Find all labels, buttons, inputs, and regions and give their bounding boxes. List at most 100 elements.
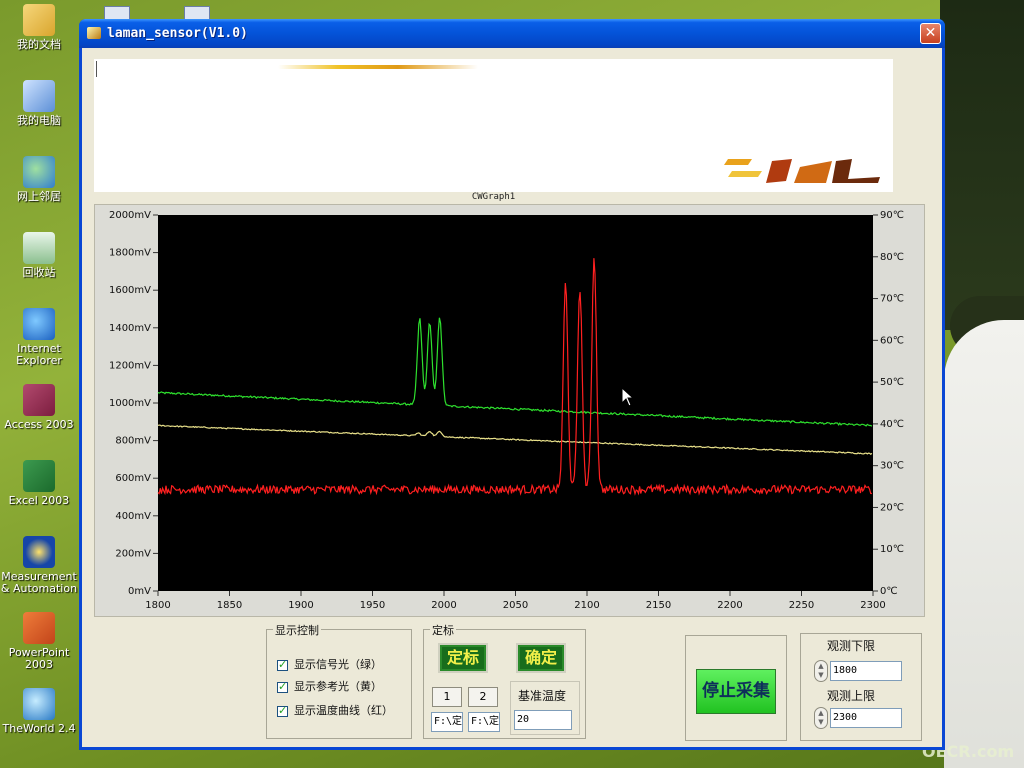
y-left-tick-label: 1800mV (109, 248, 151, 259)
theworld-browser-icon (23, 688, 55, 720)
desktop-icon-recycle-bin[interactable]: 回收站 (0, 232, 78, 279)
y-left-tick-label: 800mV (115, 436, 151, 447)
wallpaper-dark-region (940, 0, 1024, 330)
x-tick-label: 2250 (789, 600, 814, 611)
calibration-point-2-button[interactable]: 2 (468, 687, 498, 707)
y-left-tick-label: 2000mV (109, 210, 151, 221)
y-left-tick-label: 0mV (128, 586, 151, 597)
x-tick-label: 2050 (503, 600, 528, 611)
checkbox[interactable] (277, 680, 288, 693)
y-right-tick-label: 40℃ (880, 419, 904, 430)
desktop-icon-label: 我的文档 (17, 38, 61, 51)
lower-limit-spinner[interactable]: ▲ ▼ (814, 660, 828, 682)
banner-image (94, 59, 893, 192)
y-left-tick-label: 1000mV (109, 398, 151, 409)
checkbox[interactable] (277, 704, 288, 717)
wallpaper-white-region (944, 320, 1024, 768)
desktop-icon-label: Excel 2003 (8, 494, 70, 507)
y-left-tick-label: 200mV (115, 548, 151, 559)
checkbox-label: 显示参考光（黄） (294, 680, 382, 693)
y-right-tick-label: 20℃ (880, 502, 904, 513)
confirm-button[interactable]: 确定 (516, 643, 566, 673)
stop-acquisition-button[interactable]: 停止采集 (696, 669, 776, 714)
access-icon (23, 384, 55, 416)
upper-limit-field[interactable]: 2300 (830, 708, 902, 728)
desktop-icon-label: TheWorld 2.4 (2, 722, 76, 735)
powerpoint-icon (23, 612, 55, 644)
x-tick-label: 2000 (431, 600, 456, 611)
checkbox-label: 显示信号光（绿） (294, 658, 382, 671)
desktop-icon-my-computer[interactable]: 我的电脑 (0, 80, 78, 127)
banner-streak (278, 65, 478, 69)
calibration-title: 定标 (430, 622, 456, 638)
checkbox-signal-light[interactable]: 显示信号光（绿） (277, 656, 382, 672)
desktop-icon-label: Internet Explorer (16, 342, 62, 367)
checkbox-reference-light[interactable]: 显示参考光（黄） (277, 678, 382, 694)
checkbox[interactable] (277, 658, 288, 671)
y-left-tick-label: 1400mV (109, 323, 151, 334)
window-title: laman_sensor(V1.0) (107, 26, 248, 41)
display-control-title: 显示控制 (273, 622, 321, 638)
y-right-tick-label: 80℃ (880, 252, 904, 263)
y-right-tick-label: 50℃ (880, 377, 904, 388)
app-window: laman_sensor(V1.0) ✕ CWGraph1 0mV 200mV 40… (79, 19, 945, 750)
base-temperature-label: 基准温度 (518, 689, 567, 703)
desktop-icon-network-places[interactable]: 网上邻居 (0, 156, 78, 203)
desktop-icon-label: Access 2003 (4, 418, 74, 431)
x-tick-label: 2300 (860, 600, 885, 611)
network-places-icon (23, 156, 55, 188)
desktop-icon-excel[interactable]: Excel 2003 (0, 460, 78, 507)
x-tick-label: 1900 (288, 600, 313, 611)
close-button[interactable]: ✕ (920, 23, 941, 44)
desktop-icon-measurement-automation[interactable]: Measurement & Automation (0, 536, 78, 595)
graph-caption: CWGraph1 (471, 192, 516, 202)
close-icon: ✕ (924, 25, 937, 41)
y-right-tick-label: 0℃ (880, 586, 898, 597)
y-left-tick-label: 600mV (115, 473, 151, 484)
desktop-icon-label: 我的电脑 (17, 114, 61, 127)
y-right-tick-label: 90℃ (880, 210, 904, 221)
calibration-path-2-field[interactable]: F:\定 (468, 712, 500, 732)
display-control-group: 显示控制 显示信号光（绿） 显示参考光（黄） 显示温度曲线（红） (266, 622, 412, 739)
checkbox-label: 显示温度曲线（红） (294, 704, 393, 717)
excel-icon (23, 460, 55, 492)
x-tick-label: 1950 (360, 600, 385, 611)
desktop-icon-label: PowerPoint 2003 (8, 646, 70, 671)
internet-explorer-icon (23, 308, 55, 340)
graph-frame: 0mV 200mV 400mV 600mV 800mV 1000mV 1200mV 1400m… (94, 204, 925, 617)
cwgraph[interactable]: 0mV 200mV 400mV 600mV 800mV 1000mV 1200mV 1400m… (95, 205, 924, 616)
title-bar[interactable]: laman_sensor(V1.0) ✕ (79, 19, 945, 48)
y-right-tick-label: 70℃ (880, 294, 904, 305)
desktop-icon-label: Measurement & Automation (0, 570, 78, 595)
desktop-icon-theworld[interactable]: TheWorld 2.4 (0, 688, 78, 735)
x-tick-label: 2200 (717, 600, 742, 611)
my-documents-icon (23, 4, 55, 36)
y-left-tick-label: 1600mV (109, 285, 151, 296)
recycle-bin-icon (23, 232, 55, 264)
my-computer-icon (23, 80, 55, 112)
desktop-icon-label: 网上邻居 (17, 190, 61, 203)
y-right-tick-label: 30℃ (880, 461, 904, 472)
x-tick-label: 2100 (574, 600, 599, 611)
calibration-path-1-field[interactable]: F:\定 (431, 712, 463, 732)
lower-limit-field[interactable]: 1800 (830, 661, 902, 681)
mouse-pointer-icon (621, 387, 635, 407)
calibrate-button[interactable]: 定标 (438, 643, 488, 673)
x-tick-label: 1800 (145, 600, 170, 611)
desktop-icon-label: 回收站 (22, 266, 56, 279)
banner-logo-art (724, 159, 880, 183)
y-right-tick-label: 10℃ (880, 544, 904, 555)
calibration-point-1-button[interactable]: 1 (432, 687, 462, 707)
desktop-icon-powerpoint[interactable]: PowerPoint 2003 (0, 612, 78, 671)
desktop-icon-internet-explorer[interactable]: Internet Explorer (0, 308, 78, 367)
plot-area (158, 215, 873, 591)
measurement-automation-icon (23, 536, 55, 568)
upper-limit-spinner[interactable]: ▲ ▼ (814, 707, 828, 729)
checkbox-temperature-curve[interactable]: 显示温度曲线（红） (277, 702, 393, 718)
observation-upper-label: 观测上限 (827, 689, 876, 703)
desktop-icon-access[interactable]: Access 2003 (0, 384, 78, 431)
desktop-icon-my-documents[interactable]: 我的文档 (0, 4, 78, 51)
base-temperature-field[interactable]: 20 (514, 710, 572, 730)
text-caret (96, 61, 97, 77)
y-left-tick-label: 400mV (115, 511, 151, 522)
